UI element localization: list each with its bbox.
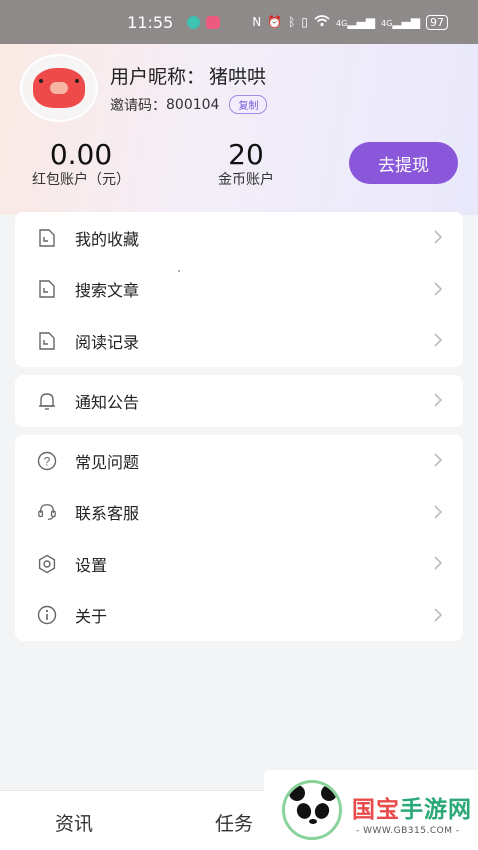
chevron-right-icon [433,392,443,412]
copy-button[interactable]: 复制 [229,95,268,114]
menu-item-reading-history[interactable]: 阅读记录 [15,315,463,367]
menu-item-label: 搜索文章 [75,281,140,301]
chevron-right-icon [433,607,443,627]
chevron-right-icon [433,229,443,249]
nickname-row: 用户昵称： 猪哄哄 [110,62,267,89]
menu-card-content: 我的收藏 搜索文章 阅读记录 [15,212,463,367]
gear-icon [37,554,57,574]
watermark-brand-first: 国宝 [352,797,400,823]
menu-item-label: 设置 [75,555,108,575]
menu-item-customer-service[interactable]: 联系客服 [15,487,463,539]
chevron-right-icon [433,281,443,301]
nfc-icon: N [252,15,262,29]
network-type: 4G [381,19,393,28]
question-icon: ? [37,451,57,471]
signal-icon: 4G▂▄▆ [336,15,376,29]
watermark-url: - WWW.GB315.COM - [356,826,460,836]
menu-card-support: ? 常见问题 联系客服 设置 关于 [15,435,463,641]
menu-item-label: 阅读记录 [75,332,140,352]
vibrate-icon: ▯ [301,15,309,29]
menu-item-label: 常见问题 [75,452,140,472]
menu-item-label: 联系客服 [75,504,140,524]
coins-account[interactable]: 20 金币账户 [206,138,286,189]
profile-section: 用户昵称： 猪哄哄 邀请码： 800104 复制 [20,54,268,122]
invite-code-row: 邀请码： 800104 复制 [110,95,268,115]
menu-item-faq[interactable]: ? 常见问题 [15,435,463,487]
chevron-right-icon [433,332,443,352]
chevron-right-icon [433,555,443,575]
svg-text:?: ? [44,454,51,468]
menu-item-label: 通知公告 [75,392,140,412]
headset-icon [37,502,57,522]
menu-item-search-articles[interactable]: 搜索文章 [15,264,463,316]
bell-icon [37,391,57,411]
nav-item-tasks[interactable]: 任务 [215,809,253,836]
alarm-icon: ⏰ [267,15,283,29]
document-icon [37,331,57,351]
network-type: 4G [336,19,348,28]
stray-dot [178,270,180,272]
bluetooth-icon: ᛒ [288,15,296,29]
notification-app-icon [187,15,201,29]
redpack-value: 0.00 [49,138,113,171]
invite-code: 800104 [166,96,220,113]
redpack-label: 红包账户（元） [32,172,130,188]
status-time: 11:55 [127,12,174,32]
menu-item-about[interactable]: 关于 [15,590,463,642]
menu-item-notices[interactable]: 通知公告 [15,375,463,427]
menu-item-label: 关于 [75,607,108,627]
info-icon [37,605,57,625]
coins-label: 金币账户 [218,172,274,188]
chevron-right-icon [433,504,443,524]
notification-app-icon [206,15,221,29]
coins-value: 20 [228,138,264,171]
status-bar: 11:55 N ⏰ ᛒ ▯ 4G▂▄▆ 4G▂▄▆ 97 [0,0,478,44]
watermark-brand: 国宝手游网 [352,790,472,824]
signal-icon: 4G▂▄▆ [381,15,420,29]
pig-avatar-icon [33,68,85,108]
menu-item-settings[interactable]: 设置 [15,538,463,590]
chevron-right-icon [433,452,443,472]
panda-logo-icon [282,780,342,840]
watermark: 国宝手游网 - WWW.GB315.COM - [264,770,478,850]
nickname: 猪哄哄 [209,65,267,88]
invite-code-label: 邀请码： [110,97,166,114]
redpack-account[interactable]: 0.00 红包账户（元） [20,138,142,189]
nickname-label: 用户昵称： [110,65,206,88]
nav-item-news[interactable]: 资讯 [55,809,93,836]
avatar[interactable] [20,54,98,122]
withdraw-button[interactable]: 去提现 [349,142,458,184]
wifi-icon [314,14,330,30]
menu-item-label: 我的收藏 [75,229,140,249]
watermark-brand-rest: 手游网 [400,797,472,823]
document-icon [37,228,57,248]
menu-card-notice: 通知公告 [15,375,463,427]
document-icon [37,279,57,299]
battery-indicator: 97 [426,14,448,30]
menu-item-favorites[interactable]: 我的收藏 [15,212,463,264]
